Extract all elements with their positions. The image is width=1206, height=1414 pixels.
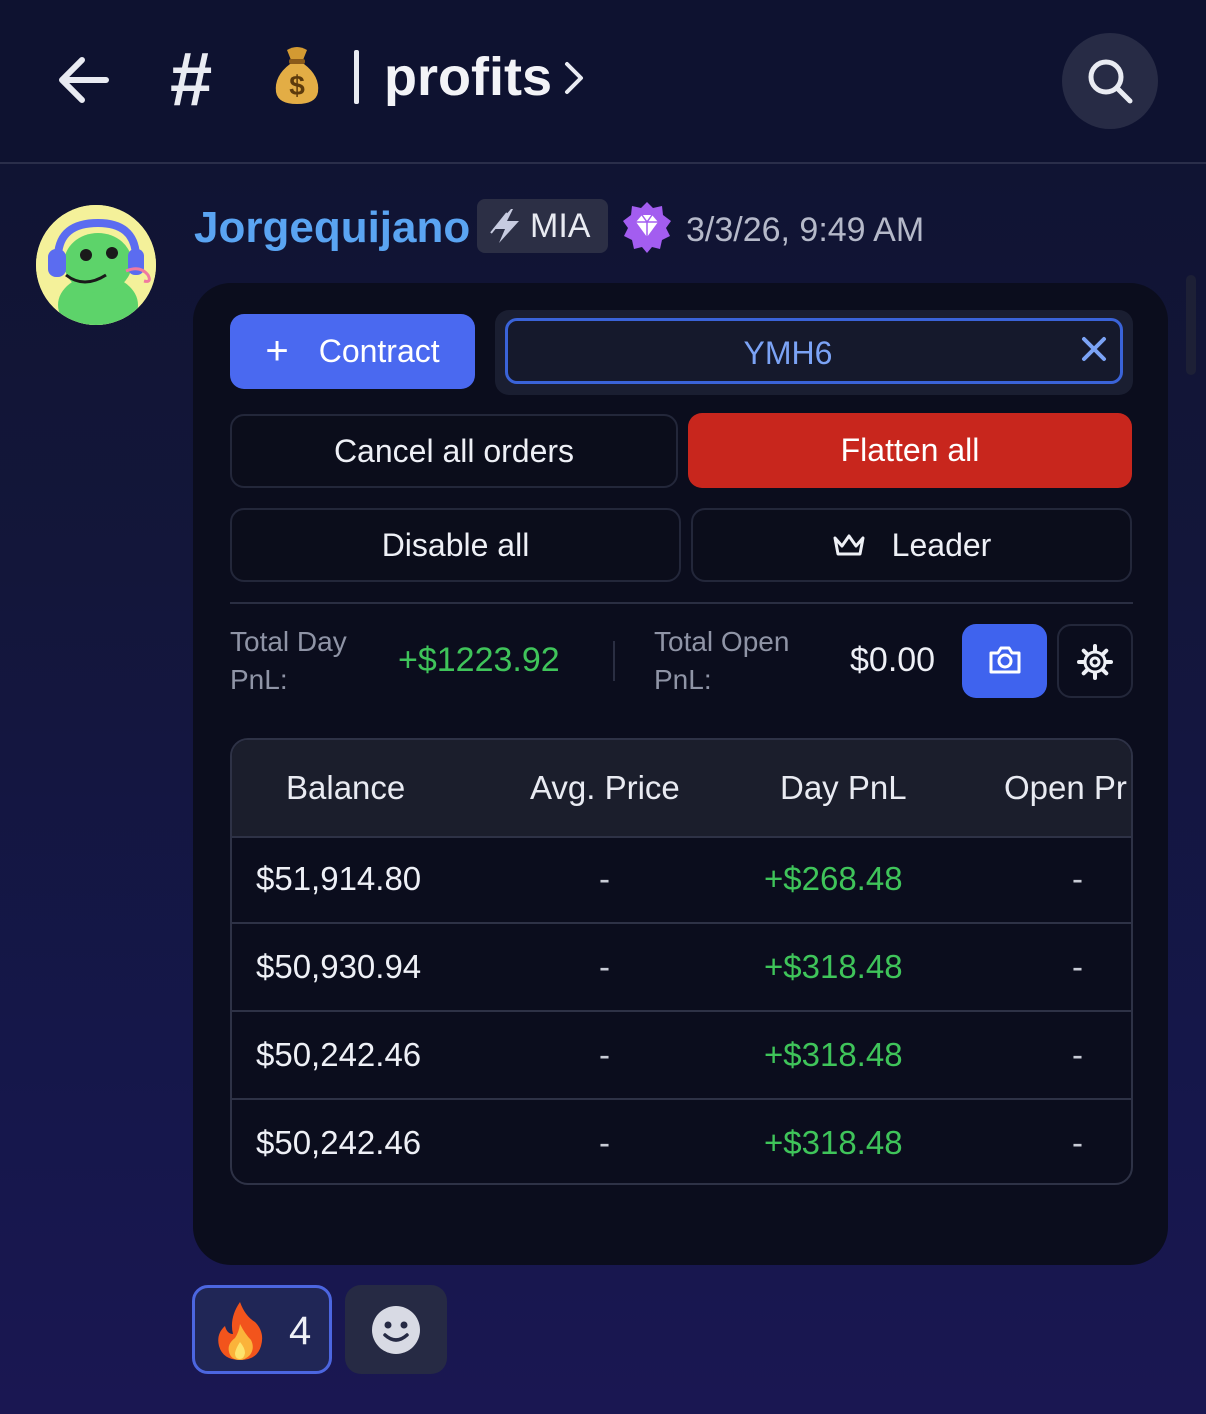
column-header-avg-price: Avg. Price <box>530 769 680 806</box>
balance-cell: $51,914.80 <box>256 860 422 897</box>
lightning-icon <box>490 209 519 243</box>
message-timestamp: 3/3/26, 9:49 AM <box>686 211 925 249</box>
fire-reaction[interactable]: 4 <box>192 1285 332 1374</box>
username[interactable]: Jorgequijano <box>194 200 470 256</box>
svg-text:$: $ <box>289 70 305 101</box>
crown-icon <box>833 534 865 556</box>
camera-icon <box>989 646 1021 674</box>
open-pnl-cell: - <box>1072 948 1083 985</box>
contract-input-wrapper: YMH6 <box>495 310 1133 395</box>
table-row: $50,242.46 - +$318.48 - <box>232 1100 1131 1183</box>
channel-hash-icon: # <box>170 37 213 122</box>
open-pnl-cell: - <box>1072 860 1083 897</box>
money-bag-icon: $ <box>272 44 322 111</box>
contract-value: YMH6 <box>743 335 833 371</box>
screenshot-button[interactable] <box>962 624 1047 698</box>
avatar[interactable] <box>36 205 156 325</box>
server-tag-label: MIA <box>530 207 591 245</box>
day-pnl-cell: +$318.48 <box>764 1036 903 1073</box>
table-row: $51,914.80 - +$268.48 - <box>232 836 1131 924</box>
clear-contract-icon[interactable] <box>1080 335 1108 368</box>
back-arrow-icon[interactable] <box>54 50 114 110</box>
cancel-all-orders-button[interactable]: Cancel all orders <box>230 414 678 488</box>
stat-separator <box>613 641 615 681</box>
open-pnl-cell: - <box>1072 1124 1083 1161</box>
total-day-pnl-value: +$1223.92 <box>398 641 560 679</box>
total-day-pnl-label-line1: Total Day <box>230 626 347 657</box>
channel-name[interactable]: profits <box>384 42 552 112</box>
balance-cell: $50,242.46 <box>256 1124 422 1161</box>
trading-panel: + Contract YMH6 Cancel all orders Flatte… <box>193 283 1168 1265</box>
total-day-pnl-label-line2: PnL: <box>230 664 288 695</box>
total-open-pnl-label-line2: PnL: <box>654 664 712 695</box>
accounts-table[interactable]: Balance Avg. Price Day PnL Open Pr $51,9… <box>230 738 1133 1185</box>
balance-cell: $50,930.94 <box>256 948 422 985</box>
panel-divider <box>230 602 1133 604</box>
day-pnl-cell: +$318.48 <box>764 1124 903 1161</box>
add-reaction-button[interactable] <box>345 1285 447 1374</box>
column-header-day-pnl: Day PnL <box>780 769 907 806</box>
open-pnl-cell: - <box>1072 1036 1083 1073</box>
nitro-gem-icon[interactable] <box>620 200 674 259</box>
avg-price-cell: - <box>599 1036 610 1073</box>
chevron-right-icon[interactable] <box>562 60 586 101</box>
total-open-pnl-value: $0.00 <box>850 641 936 679</box>
column-header-balance: Balance <box>286 769 406 806</box>
total-open-pnl-label-line1: Total Open <box>654 626 790 657</box>
column-header-open-pnl: Open Pr <box>1004 769 1127 806</box>
table-header: Balance Avg. Price Day PnL Open Pr <box>232 740 1131 838</box>
scrollbar[interactable] <box>1186 275 1196 375</box>
plus-icon: + <box>265 329 289 373</box>
leader-label: Leader <box>891 526 992 563</box>
add-contract-button[interactable]: + Contract <box>230 314 475 389</box>
table-row: $50,242.46 - +$318.48 - <box>232 1012 1131 1100</box>
avg-price-cell: - <box>599 948 610 985</box>
gear-icon <box>1077 644 1113 680</box>
contract-input[interactable]: YMH6 <box>505 318 1123 384</box>
channel-header: # $ profits <box>0 0 1206 164</box>
title-separator <box>354 50 359 104</box>
avg-price-cell: - <box>599 860 610 897</box>
add-contract-label: Contract <box>318 333 440 369</box>
day-pnl-cell: +$318.48 <box>764 948 903 985</box>
day-pnl-cell: +$268.48 <box>764 860 903 897</box>
disable-all-button[interactable]: Disable all <box>230 508 681 582</box>
balance-cell: $50,242.46 <box>256 1036 422 1073</box>
settings-button[interactable] <box>1057 624 1133 698</box>
server-tag[interactable]: MIA <box>477 199 608 253</box>
smiley-icon <box>372 1306 420 1354</box>
fire-icon <box>218 1302 263 1360</box>
search-icon <box>1088 59 1133 104</box>
search-button[interactable] <box>1062 33 1158 129</box>
flatten-all-button[interactable]: Flatten all <box>688 413 1132 488</box>
table-row: $50,930.94 - +$318.48 - <box>232 924 1131 1012</box>
leader-button[interactable]: Leader <box>691 508 1132 582</box>
fire-reaction-count: 4 <box>289 1309 312 1353</box>
avg-price-cell: - <box>599 1124 610 1161</box>
